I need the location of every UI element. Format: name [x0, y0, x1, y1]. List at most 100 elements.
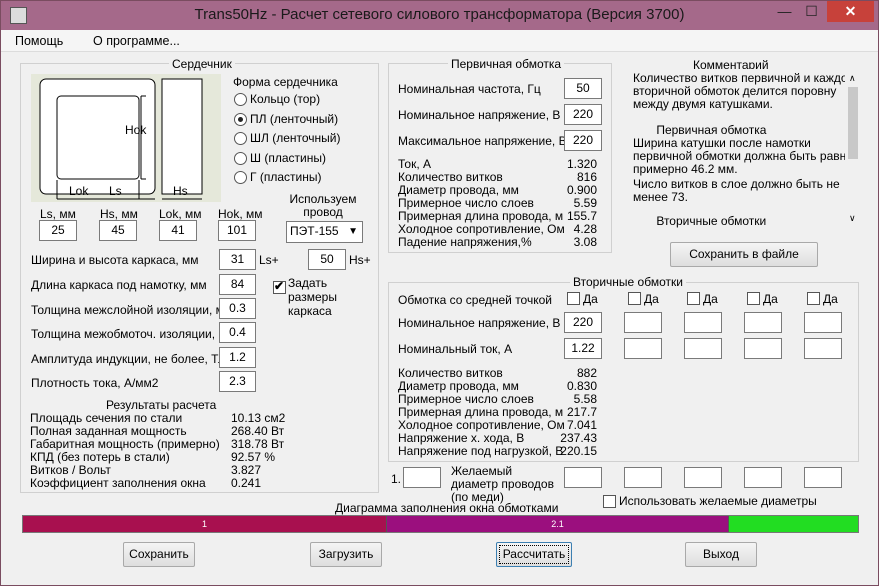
shape-radio-4[interactable]	[234, 171, 247, 184]
frame-size-checkbox[interactable]: ✔	[273, 279, 286, 294]
secondary-voltage-input-3[interactable]	[684, 312, 722, 333]
dim-label-lok: Lok, мм	[159, 207, 202, 221]
comment-line: между двумя катушками.	[633, 97, 773, 111]
desired-diameter-input-5[interactable]	[804, 467, 842, 488]
maximize-button[interactable]: ☐	[798, 1, 825, 22]
title-bar[interactable]: Trans50Hz - Расчет сетевого силового тра…	[1, 1, 878, 30]
param-input-interwinding[interactable]: 0.4	[219, 322, 256, 343]
primary-result-value: 816	[576, 170, 597, 184]
secondary-current-input-4[interactable]	[744, 338, 782, 359]
scroll-down-icon[interactable]: ∨	[849, 213, 856, 224]
center-tap-checkbox-5[interactable]	[807, 292, 820, 305]
secondary-voltage-input-2[interactable]	[624, 312, 662, 333]
param-label-interwinding: Толщина межобмоточ. изоляции, мм	[31, 327, 235, 341]
center-tap-checkbox-4[interactable]	[747, 292, 760, 305]
desired-diameter-input-3[interactable]	[684, 467, 722, 488]
secondary-current-input-2[interactable]	[624, 338, 662, 359]
diagram-lok-label: Lok	[69, 184, 89, 198]
window-title: Trans50Hz - Расчет сетевого силового тра…	[194, 6, 685, 23]
dim-label-hs: Hs, мм	[100, 207, 138, 221]
scroll-up-icon[interactable]: ∧	[849, 73, 856, 84]
secondary-result-label: Количество витков	[398, 366, 503, 380]
secondary-result-label: Напряжение х. хода, В	[398, 431, 525, 445]
primary-result-label: Ток, А	[398, 157, 431, 171]
dim-input-hok[interactable]: 101	[218, 220, 256, 241]
desired-diameter-input-4[interactable]	[744, 467, 782, 488]
primary-result-value: 0.900	[566, 183, 597, 197]
secondary-result-value: 7.041	[566, 418, 597, 432]
use-desired-checkbox[interactable]	[603, 495, 616, 508]
core-group-title: Сердечник	[169, 57, 235, 71]
exit-button[interactable]: Выход	[685, 542, 757, 567]
wire-select[interactable]: ПЭТ-155 ▼	[286, 221, 363, 243]
center-tap-yes-label: Да	[644, 292, 659, 306]
primary-result-label: Холодное сопротивление, Ом	[398, 222, 565, 236]
secondary-result-label: Примерное число слоев	[398, 392, 534, 406]
primary-input-frequency[interactable]: 50	[564, 78, 602, 99]
save-button[interactable]: Сохранить	[123, 542, 195, 567]
param-label-frame-width: Ширина и высота каркаса, мм	[31, 253, 199, 267]
param-label-frame-length: Длина каркаса под намотку, мм	[31, 278, 207, 292]
primary-result-label: Количество витков	[398, 170, 503, 184]
primary-input-voltage[interactable]: 220	[564, 104, 602, 125]
result-label: КПД (без потерь в стали)	[30, 450, 170, 464]
shape-radio-2[interactable]	[234, 132, 247, 145]
primary-input-max-voltage[interactable]: 220	[564, 130, 602, 151]
primary-result-value: 4.28	[573, 222, 597, 236]
param-input-induction[interactable]: 1.2	[219, 347, 256, 368]
dim-input-ls[interactable]: 25	[39, 220, 77, 241]
calculate-button[interactable]: Рассчитать	[496, 542, 572, 567]
desired-diameter-input-0[interactable]	[403, 467, 441, 488]
param-label-interlayer: Толщина межслойной изоляции, мм	[31, 303, 233, 317]
secondary-result-value: 0.830	[566, 379, 597, 393]
comment-box[interactable]: Количество витков первичной и каждой вто…	[621, 69, 861, 229]
center-tap-checkbox-2[interactable]	[628, 292, 641, 305]
shape-radio-0[interactable]	[234, 93, 247, 106]
secondary-voltage-input-1[interactable]: 220	[564, 312, 602, 333]
shape-radio-3[interactable]	[234, 152, 247, 165]
load-button[interactable]: Загрузить	[310, 542, 382, 567]
secondary-voltage-input-5[interactable]	[804, 312, 842, 333]
center-tap-checkbox-3[interactable]	[687, 292, 700, 305]
ls-plus-label: Ls+	[259, 253, 279, 267]
result-value: 3.827	[231, 463, 262, 477]
scroll-thumb[interactable]	[848, 87, 858, 159]
param-label-induction: Амплитуда индукции, не более, Тл	[31, 352, 225, 366]
param-input-frame-width[interactable]: 31	[219, 249, 256, 270]
primary-result-value: 155.7	[566, 209, 597, 223]
comment-line: примерно 46.2 мм.	[633, 162, 738, 176]
param-input-current-density[interactable]: 2.3	[219, 371, 256, 392]
dim-input-lok[interactable]: 41	[159, 220, 197, 241]
menu-about[interactable]: О программе...	[93, 34, 180, 48]
save-to-file-button[interactable]: Сохранить в файле	[670, 242, 818, 267]
center-tap-checkbox-1[interactable]	[567, 292, 580, 305]
comment-scrollbar[interactable]: ∧ ∨	[845, 69, 861, 229]
param-input-frame-length[interactable]: 84	[219, 274, 256, 295]
secondary-current-input-1[interactable]: 1.22	[564, 338, 602, 359]
shape-radio-1[interactable]	[234, 113, 247, 126]
menu-help[interactable]: Помощь	[15, 34, 63, 48]
menu-bar: Помощь О программе...	[1, 30, 878, 52]
center-tap-yes-label: Да	[703, 292, 718, 306]
secondary-current-input-3[interactable]	[684, 338, 722, 359]
core-diagram	[31, 74, 221, 202]
secondary-result-label: Напряжение под нагрузкой, В	[398, 444, 564, 458]
desired-num-label: 1.	[391, 472, 402, 486]
param-input-interlayer[interactable]: 0.3	[219, 298, 256, 319]
frame-size-label: Задать размеры каркаса	[288, 276, 337, 318]
comment-line: менее 73.	[633, 190, 688, 204]
secondary-voltage-input-4[interactable]	[744, 312, 782, 333]
hs-plus-input[interactable]: 50	[308, 249, 346, 270]
result-value: 268.40 Вт	[231, 424, 285, 438]
dim-input-hs[interactable]: 45	[99, 220, 137, 241]
dim-label-hok: Hok, мм	[218, 207, 263, 221]
chevron-down-icon: ▼	[348, 226, 358, 237]
minimize-button[interactable]: —	[771, 1, 798, 22]
secondary-result-label: Диаметр провода, мм	[398, 379, 519, 393]
desired-diameter-input-2[interactable]	[624, 467, 662, 488]
close-button[interactable]: ✕	[827, 1, 874, 22]
param-label-current-density: Плотность тока, А/мм2	[31, 376, 159, 390]
center-tap-yes-label: Да	[763, 292, 778, 306]
secondary-current-input-5[interactable]	[804, 338, 842, 359]
desired-diameter-input-1[interactable]	[564, 467, 602, 488]
